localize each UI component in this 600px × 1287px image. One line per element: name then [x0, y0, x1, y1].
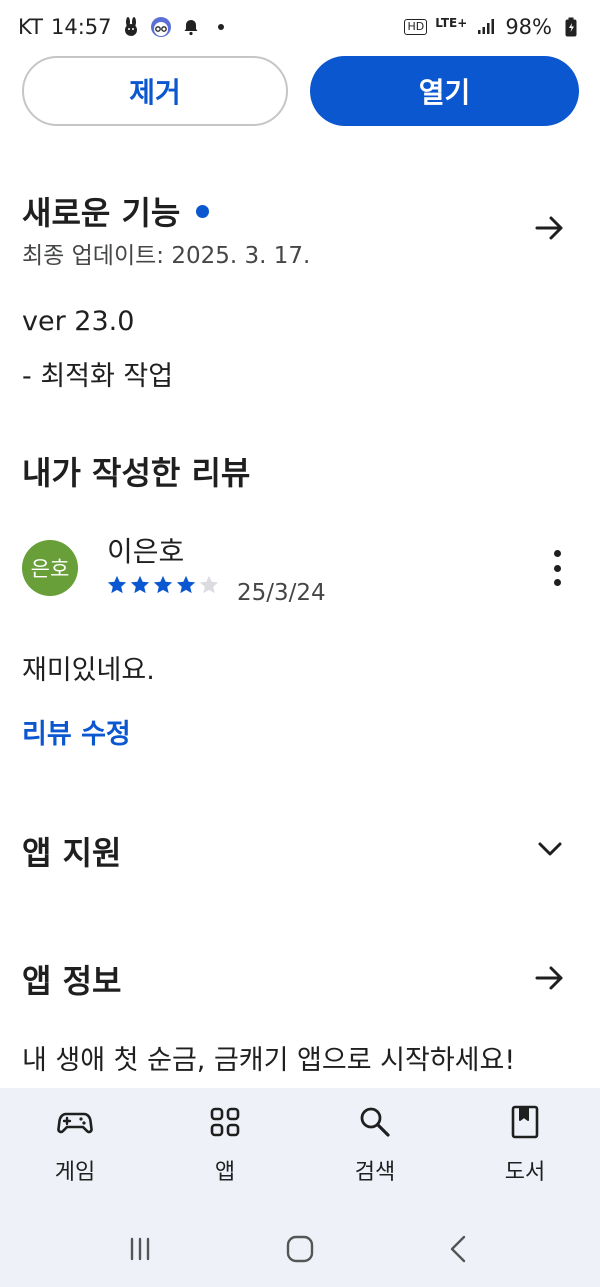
- my-review-title: 내가 작성한 리뷰: [22, 454, 251, 492]
- status-bar: KT 14:57 HD LTE+ 98%: [0, 0, 600, 54]
- signal-icon: [475, 16, 497, 38]
- version-text: ver 23.0: [22, 306, 135, 337]
- chevron-down-icon[interactable]: [536, 838, 564, 860]
- nav-label-games: 게임: [54, 1160, 96, 1185]
- more-options-icon[interactable]: [546, 550, 568, 586]
- dot-indicator-icon: [210, 16, 232, 38]
- bottom-nav: 게임 앱 검색 도서: [0, 1088, 600, 1210]
- whats-new-heading[interactable]: 새로운 기능: [22, 188, 210, 234]
- open-button[interactable]: 열기: [310, 56, 579, 126]
- battery-percent: 98%: [505, 15, 552, 39]
- hd-voice-icon: HD: [404, 19, 428, 35]
- gamepad-icon: [57, 1112, 93, 1134]
- review-text: 재미있네요.: [22, 655, 155, 686]
- book-icon: [511, 1105, 539, 1139]
- notification-bell-icon: [180, 16, 202, 38]
- rabbit-icon: [120, 16, 142, 38]
- system-nav-bar: [0, 1210, 600, 1287]
- carrier: KT: [18, 15, 43, 39]
- nav-label-books: 도서: [504, 1160, 546, 1185]
- character-app-icon: [150, 16, 172, 38]
- star-empty-icon: [199, 575, 219, 594]
- whats-new-arrow-icon[interactable]: [532, 210, 568, 246]
- search-icon: [360, 1107, 390, 1137]
- star-filled-icon: [107, 575, 127, 594]
- star-filled-icon: [130, 575, 150, 594]
- reviewer-name: 이은호: [107, 535, 185, 568]
- app-info-arrow-icon[interactable]: [532, 960, 568, 996]
- back-icon[interactable]: [444, 1233, 476, 1265]
- lte-indicator: LTE+: [435, 16, 468, 30]
- app-info-title[interactable]: 앱 정보: [22, 956, 121, 1002]
- app-description: 내 생애 첫 순금, 금캐기 앱으로 시작하세요!: [22, 1045, 516, 1076]
- release-note: - 최적화 작업: [22, 361, 174, 392]
- nav-item-search[interactable]: 검색: [315, 1088, 435, 1186]
- battery-icon: [560, 16, 582, 38]
- star-rating: [106, 574, 220, 596]
- app-action-buttons: 제거 열기: [22, 56, 579, 126]
- star-filled-icon: [153, 575, 173, 594]
- edit-review-link[interactable]: 리뷰 수정: [22, 712, 131, 751]
- review-date: 25/3/24: [237, 580, 326, 606]
- nav-label-search: 검색: [354, 1160, 396, 1185]
- recent-apps-icon[interactable]: [124, 1233, 156, 1265]
- apps-grid-icon: [210, 1107, 240, 1137]
- nav-item-books[interactable]: 도서: [465, 1088, 585, 1186]
- nav-item-games[interactable]: 게임: [15, 1088, 135, 1186]
- clock: 14:57: [50, 15, 112, 39]
- app-support-title[interactable]: 앱 지원: [22, 828, 121, 874]
- nav-item-apps[interactable]: 앱: [165, 1088, 285, 1186]
- home-icon[interactable]: [284, 1233, 316, 1265]
- nav-label-apps: 앱: [214, 1160, 236, 1185]
- status-right: HD LTE+ 98%: [404, 15, 582, 39]
- avatar: 은호: [22, 540, 78, 596]
- star-filled-icon: [176, 575, 196, 594]
- last-updated: 최종 업데이트: 2025. 3. 17.: [22, 243, 311, 269]
- status-left: KT 14:57: [18, 15, 232, 39]
- whats-new-title: 새로운 기능: [22, 194, 181, 232]
- new-indicator-dot: [196, 204, 210, 218]
- remove-button[interactable]: 제거: [22, 56, 288, 126]
